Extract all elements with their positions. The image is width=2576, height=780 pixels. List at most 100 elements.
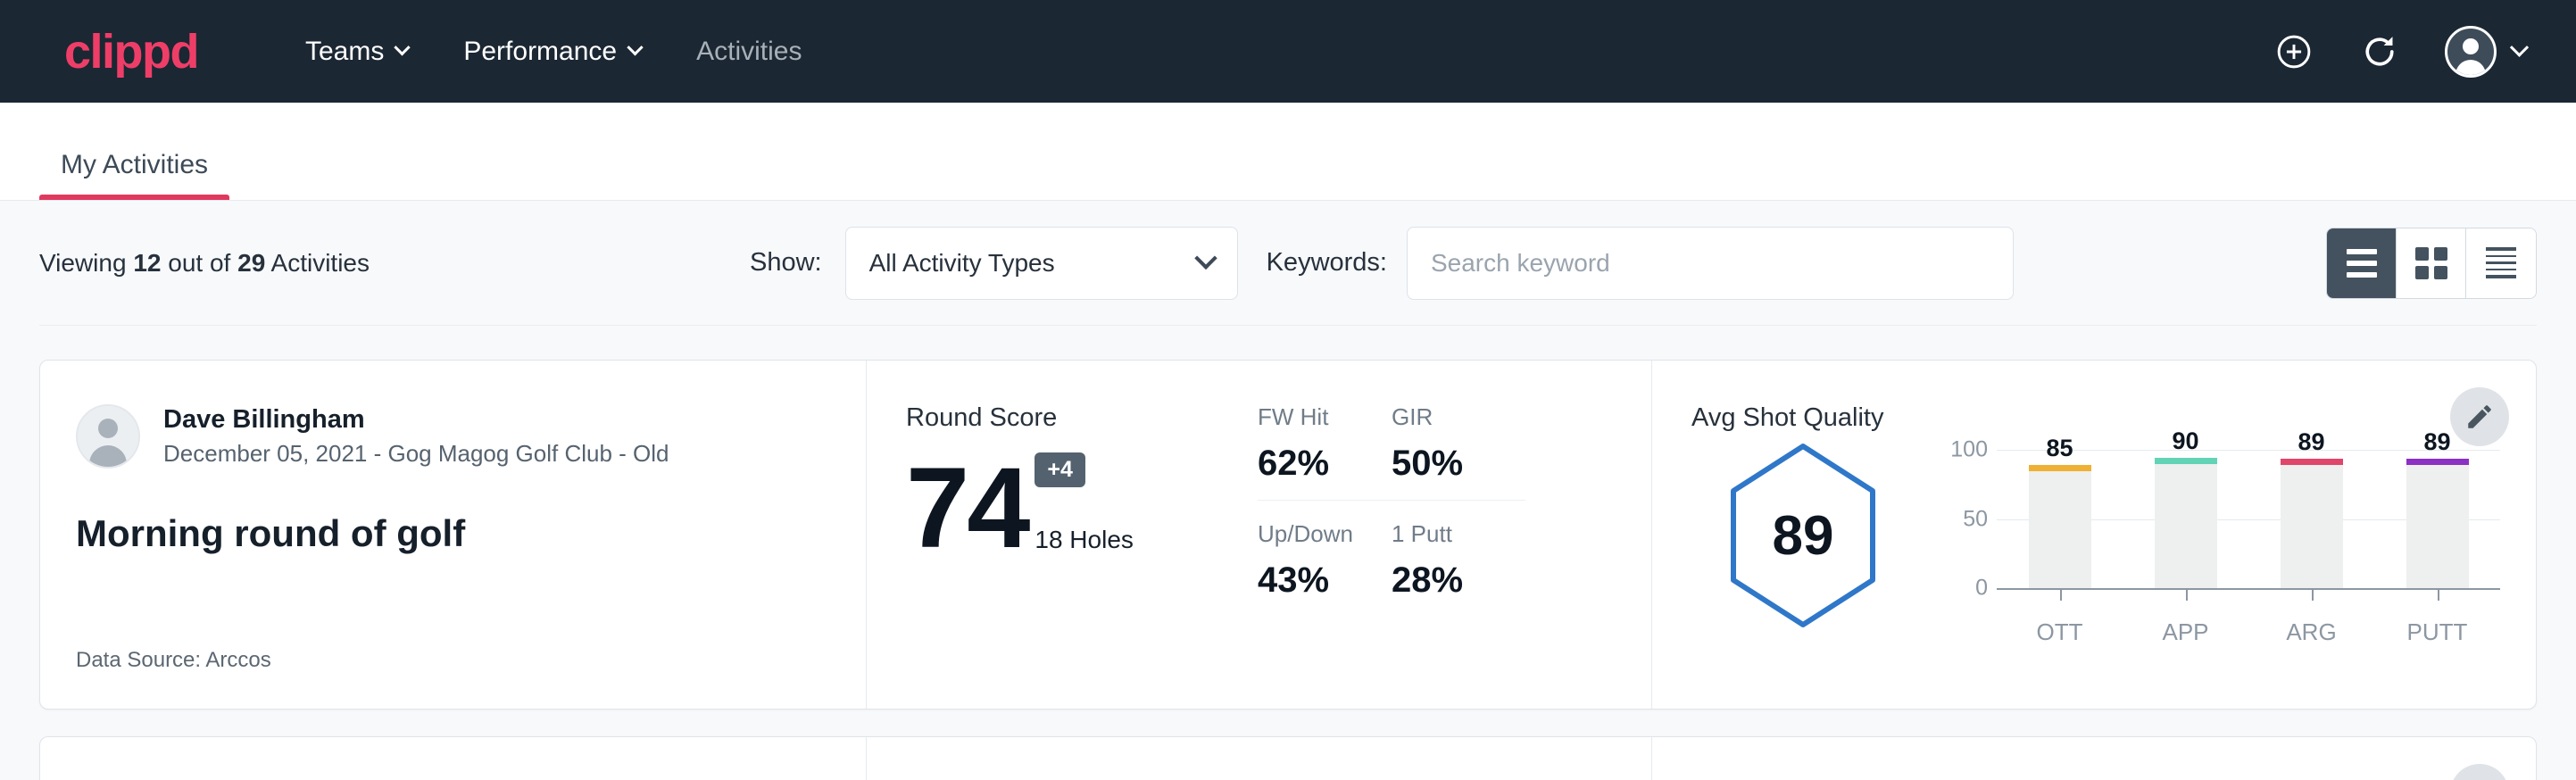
navbar-actions <box>2273 26 2526 78</box>
account-avatar-icon <box>2445 26 2497 78</box>
chart-bar-cap <box>2029 465 2091 471</box>
avg-shot-quality-value: 89 <box>1727 442 1879 629</box>
quality-hexagon: 89 <box>1691 436 1915 629</box>
chart-bar-value-label: 89 <box>2298 428 2324 456</box>
chart-bar-value-label: 89 <box>2423 428 2450 456</box>
activity-card-info: Dave Billingham October 16, 2021 - Gog M… <box>40 737 866 780</box>
activity-meta: December 05, 2021 - Gog Magog Golf Club … <box>163 438 669 469</box>
activity-card-score: Round Score 74 +4 18 Holes FW Hit 62% <box>866 361 1651 709</box>
nav-item-performance-label: Performance <box>463 37 617 67</box>
activity-card-quality: Avg Shot Quality 89 05010085908989OTTAPP… <box>1651 361 2536 709</box>
chart-bar-cap <box>2155 458 2217 464</box>
data-source-label: Data Source: Arccos <box>76 648 830 673</box>
edit-activity-button[interactable] <box>2450 387 2509 446</box>
viewing-suffix: Activities <box>271 249 370 277</box>
view-mode-compact-button[interactable] <box>2466 228 2536 298</box>
view-mode-toggle <box>2326 228 2537 299</box>
chart-y-tick-label: 50 <box>1963 506 1988 532</box>
nav-item-activities[interactable]: Activities <box>696 37 802 67</box>
stat-label: FW Hit <box>1258 403 1392 431</box>
viewing-middle: out of <box>168 249 230 277</box>
view-mode-list-button[interactable] <box>2327 228 2397 298</box>
chart-bar-cap <box>2406 459 2469 465</box>
keywords-filter-group: Keywords: <box>1267 227 2014 300</box>
avg-shot-quality-label: Avg Shot Quality <box>1691 403 2500 433</box>
chevron-down-icon <box>627 39 643 55</box>
chart-plot-area: 85 90 89 89 <box>1997 436 2500 588</box>
activity-title: Morning round of golf <box>76 512 830 555</box>
chart-bar-column: 89 <box>2281 436 2343 588</box>
activity-type-select[interactable]: All Activity Types <box>845 227 1238 300</box>
viewing-total: 29 <box>237 249 265 277</box>
stat-label: Up/Down <box>1258 520 1392 548</box>
chart-bar <box>2406 465 2469 588</box>
stat-value: 28% <box>1392 560 1525 601</box>
chart-x-axis: OTT APP ARG PUTT <box>1997 588 2500 646</box>
chart-x-tick-label: APP <box>2155 618 2217 646</box>
account-menu[interactable] <box>2445 26 2526 78</box>
nav-item-activities-label: Activities <box>696 37 802 67</box>
stat-label: 1 Putt <box>1392 520 1525 548</box>
stat-value: 50% <box>1392 444 1525 484</box>
chart-bar-column: 90 <box>2155 436 2217 588</box>
search-input[interactable] <box>1407 227 2014 300</box>
chart-bar-value-label: 90 <box>2172 427 2198 455</box>
chevron-down-icon <box>2510 38 2529 57</box>
refresh-icon[interactable] <box>2359 31 2400 72</box>
chart-bar <box>2029 471 2091 588</box>
tab-bar: My Activities <box>0 103 2576 201</box>
view-mode-grid-button[interactable] <box>2397 228 2466 298</box>
compact-list-view-icon <box>2486 247 2516 279</box>
stat-value: 62% <box>1258 444 1392 484</box>
activity-card[interactable]: Dave Billingham December 05, 2021 - Gog … <box>39 360 2537 709</box>
show-label: Show: <box>750 248 822 278</box>
chart-x-tick-label: ARG <box>2281 618 2343 646</box>
tab-my-activities-label: My Activities <box>61 150 208 179</box>
score-differential-badge: +4 <box>1035 452 1085 487</box>
keywords-label: Keywords: <box>1267 248 1387 278</box>
chart-bar-column: 85 <box>2029 436 2091 588</box>
round-score-label: Round Score <box>906 403 1245 433</box>
stat-grid: FW Hit 62% Up/Down 43% GIR 50% <box>1258 403 1525 673</box>
player-row: Dave Billingham December 05, 2021 - Gog … <box>76 403 830 469</box>
chart-bars: 85 90 89 89 <box>1997 436 2500 588</box>
plus-circle-icon[interactable] <box>2273 31 2314 72</box>
chart-y-axis: 050100 <box>1936 436 1988 588</box>
holes-played: 18 Holes <box>1035 526 1134 554</box>
activity-count-summary: Viewing 12 out of 29 Activities <box>39 249 370 278</box>
activity-type-select-value: All Activity Types <box>869 249 1055 278</box>
activity-card-list: Dave Billingham December 05, 2021 - Gog … <box>39 326 2537 780</box>
nav-item-performance[interactable]: Performance <box>463 37 641 67</box>
nav-item-teams-label: Teams <box>305 37 384 67</box>
chart-x-tick-label: OTT <box>2029 618 2091 646</box>
chart-x-tick-label: PUTT <box>2406 618 2469 646</box>
shot-quality-bar-chart: 05010085908989OTTAPPARGPUTT <box>1915 436 2500 588</box>
chart-bar-cap <box>2281 459 2343 465</box>
round-score-value: 74 <box>906 460 1027 558</box>
chevron-down-icon <box>1194 246 1217 269</box>
avatar <box>76 404 140 469</box>
nav-item-teams[interactable]: Teams <box>305 37 408 67</box>
primary-nav: Teams Performance Activities <box>305 37 802 67</box>
filter-bar: Viewing 12 out of 29 Activities Show: Al… <box>39 201 2537 326</box>
stat-value: 43% <box>1258 560 1392 601</box>
chart-bar-column: 89 <box>2406 436 2469 588</box>
player-name: Dave Billingham <box>163 403 669 436</box>
list-view-icon <box>2347 249 2377 278</box>
activity-card-score: Round Score FW Hit 43% <box>866 737 1651 780</box>
top-navbar: clippd Teams Performance Activities <box>0 0 2576 103</box>
show-filter-group: Show: All Activity Types <box>750 227 1238 300</box>
activity-card-quality: Avg Shot Quality 050100948210687OTTAPPAR… <box>1651 737 2536 780</box>
tab-my-activities[interactable]: My Activities <box>39 150 229 200</box>
chevron-down-icon <box>395 39 411 55</box>
main-content: Viewing 12 out of 29 Activities Show: Al… <box>0 201 2576 780</box>
stat-label: GIR <box>1392 403 1525 431</box>
viewing-count: 12 <box>133 249 161 277</box>
activity-card-info: Dave Billingham December 05, 2021 - Gog … <box>40 361 866 709</box>
viewing-prefix: Viewing <box>39 249 127 277</box>
activity-card[interactable]: Dave Billingham October 16, 2021 - Gog M… <box>39 736 2537 780</box>
chart-y-tick-label: 100 <box>1950 437 1988 463</box>
grid-view-icon <box>2415 247 2447 279</box>
chart-y-tick-label: 0 <box>1975 576 1988 602</box>
clippd-logo[interactable]: clippd <box>64 28 198 76</box>
